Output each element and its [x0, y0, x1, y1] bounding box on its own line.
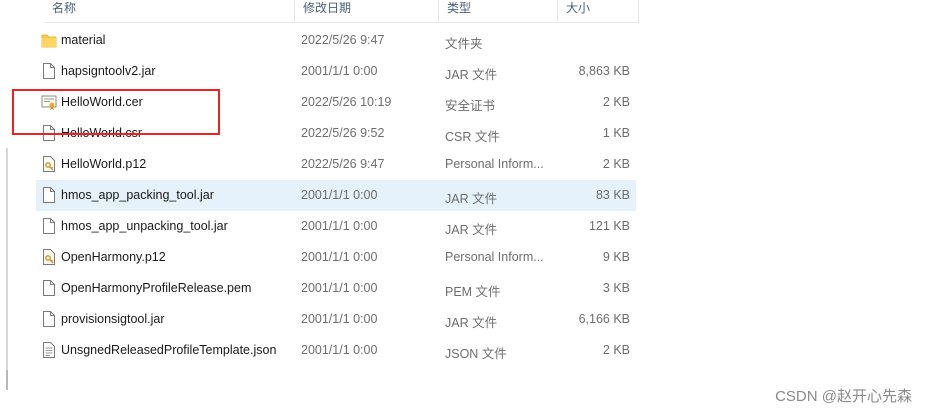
file-row[interactable]: OpenHarmony.p12 2001/1/1 0:00 Personal I… — [36, 242, 636, 273]
file-size: 2 KB — [602, 95, 630, 109]
file-date: 2022/5/26 10:19 — [301, 95, 392, 109]
column-header-size[interactable]: 大小 — [557, 0, 639, 22]
file-name: hapsigntoolv2.jar — [61, 64, 156, 78]
json-file-icon — [43, 342, 55, 358]
file-list: material 2022/5/26 9:47 文件夹 hapsigntoolv… — [36, 25, 636, 366]
file-row[interactable]: UnsgnedReleasedProfileTemplate.json 2001… — [36, 335, 636, 366]
file-row[interactable]: hmos_app_packing_tool.jar 2001/1/1 0:00 … — [36, 180, 636, 211]
watermark: CSDN @赵开心先森 — [775, 388, 912, 405]
left-pane-scrollbar[interactable] — [6, 148, 8, 388]
file-type: JAR 文件 — [445, 316, 498, 330]
file-name: OpenHarmonyProfileRelease.pem — [61, 281, 252, 295]
file-icon — [43, 218, 55, 234]
file-row[interactable]: hapsigntoolv2.jar 2001/1/1 0:00 JAR 文件 8… — [36, 56, 636, 87]
file-type: JSON 文件 — [445, 347, 507, 361]
file-row[interactable]: provisionsigtool.jar 2001/1/1 0:00 JAR 文… — [36, 304, 636, 335]
column-header-name[interactable]: 名称 — [44, 0, 294, 22]
file-size: 2 KB — [602, 157, 630, 171]
file-type: JAR 文件 — [445, 192, 498, 206]
file-type: CSR 文件 — [445, 130, 500, 144]
file-type: 安全证书 — [445, 99, 496, 113]
file-icon — [43, 63, 55, 79]
file-date: 2001/1/1 0:00 — [301, 188, 378, 202]
file-date: 2001/1/1 0:00 — [301, 64, 378, 78]
file-name: OpenHarmony.p12 — [61, 250, 166, 264]
file-row[interactable]: material 2022/5/26 9:47 文件夹 — [36, 25, 636, 56]
file-size: 83 KB — [595, 188, 630, 202]
file-size: 121 KB — [588, 219, 630, 233]
p12-icon — [43, 249, 55, 265]
file-type: JAR 文件 — [445, 68, 498, 82]
file-type: Personal Inform... — [445, 157, 544, 171]
file-date: 2022/5/26 9:47 — [301, 157, 385, 171]
file-row[interactable]: HelloWorld.p12 2022/5/26 9:47 Personal I… — [36, 149, 636, 180]
p12-icon — [43, 156, 55, 172]
file-name: material — [61, 33, 106, 47]
file-type: JAR 文件 — [445, 223, 498, 237]
file-name: hmos_app_packing_tool.jar — [61, 188, 214, 202]
file-name: UnsgnedReleasedProfileTemplate.json — [61, 343, 277, 357]
file-icon — [43, 311, 55, 327]
file-date: 2001/1/1 0:00 — [301, 250, 378, 264]
file-row[interactable]: hmos_app_unpacking_tool.jar 2001/1/1 0:0… — [36, 211, 636, 242]
file-name: provisionsigtool.jar — [61, 312, 165, 326]
file-icon — [43, 280, 55, 296]
file-type: PEM 文件 — [445, 285, 501, 299]
file-size: 8,863 KB — [578, 64, 630, 78]
column-header-date[interactable]: 修改日期 — [294, 0, 438, 22]
file-size: 3 KB — [602, 281, 630, 295]
file-date: 2022/5/26 9:47 — [301, 33, 385, 47]
file-type: 文件夹 — [445, 37, 483, 51]
column-header: 名称 修改日期 类型 大小 — [44, 0, 639, 23]
red-annotation-box — [12, 89, 220, 135]
file-size: 2 KB — [602, 343, 630, 357]
file-type: Personal Inform... — [445, 250, 544, 264]
file-date: 2001/1/1 0:00 — [301, 343, 378, 357]
file-size: 9 KB — [602, 250, 630, 264]
file-name: HelloWorld.p12 — [61, 157, 147, 171]
file-date: 2022/5/26 9:52 — [301, 126, 385, 140]
file-date: 2001/1/1 0:00 — [301, 312, 378, 326]
file-date: 2001/1/1 0:00 — [301, 219, 378, 233]
file-date: 2001/1/1 0:00 — [301, 281, 378, 295]
folder-icon — [41, 34, 57, 48]
file-size: 6,166 KB — [578, 312, 630, 326]
file-size: 1 KB — [602, 126, 630, 140]
column-header-type[interactable]: 类型 — [438, 0, 557, 22]
file-name: hmos_app_unpacking_tool.jar — [61, 219, 228, 233]
file-icon — [43, 187, 55, 203]
left-pane-scrollbar-thumb[interactable] — [6, 370, 8, 390]
file-row[interactable]: OpenHarmonyProfileRelease.pem 2001/1/1 0… — [36, 273, 636, 304]
